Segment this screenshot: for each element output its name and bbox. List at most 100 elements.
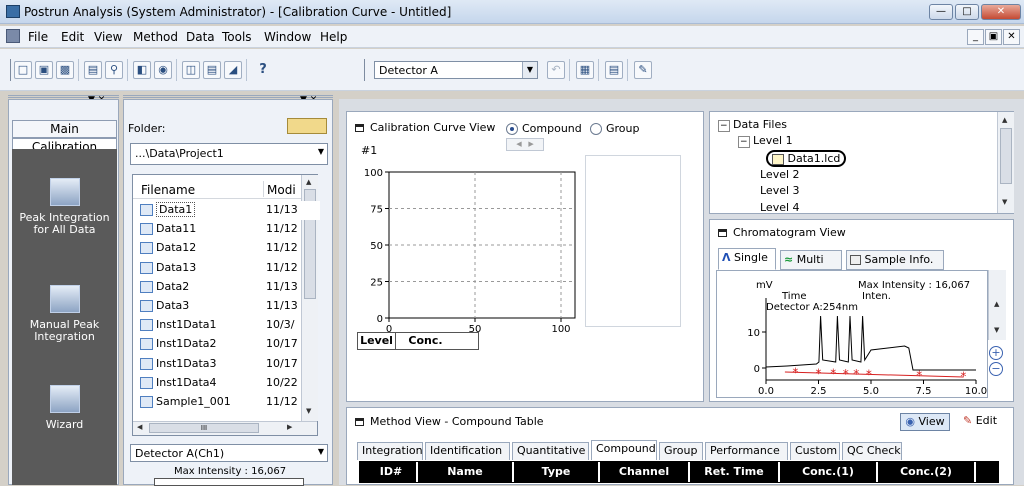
file-row[interactable]: Data11 11/12: [140, 220, 320, 239]
file-row[interactable]: Inst1Data3 10/17: [140, 355, 320, 374]
collapse-icon[interactable]: −: [718, 120, 730, 132]
view-button[interactable]: ◉ View: [900, 413, 950, 431]
folder-path-select[interactable]: ...\Data\Project1 ▼: [130, 143, 328, 165]
file-row[interactable]: Data2 11/13: [140, 278, 320, 297]
column-modified[interactable]: Modi: [267, 183, 296, 197]
zoom-in-icon[interactable]: +: [989, 346, 1003, 360]
scroll-left-icon[interactable]: ◀: [137, 423, 142, 431]
peak-integration-all-item[interactable]: Peak Integration for All Data: [12, 178, 117, 236]
close-button[interactable]: ✕: [981, 4, 1021, 20]
method-tab-quantitative[interactable]: Quantitative: [512, 442, 589, 460]
file-row[interactable]: Data3 11/13: [140, 297, 320, 316]
undo-icon[interactable]: ↶: [547, 61, 565, 79]
scroll-up-icon[interactable]: ▲: [306, 178, 311, 186]
menu-help[interactable]: Help: [320, 30, 347, 44]
zoom-out-icon[interactable]: −: [989, 362, 1003, 376]
chrom-scrollbar[interactable]: ▲ ▼: [988, 270, 1006, 340]
mdi-close-button[interactable]: ✕: [1003, 29, 1020, 45]
wizard-item[interactable]: Wizard: [12, 385, 117, 431]
file-row[interactable]: Data13 11/12: [140, 259, 320, 278]
file-row[interactable]: Data1 11/13: [140, 201, 320, 220]
new-icon[interactable]: □: [14, 61, 32, 79]
scroll-up-icon[interactable]: ▲: [994, 300, 999, 308]
method-tab-integration[interactable]: Integration: [357, 442, 423, 460]
file-row[interactable]: Inst1Data2 10/17: [140, 335, 320, 354]
detector-channel-select[interactable]: Detector A(Ch1) ▼: [130, 444, 328, 462]
print-preview-icon[interactable]: ⚲: [105, 61, 123, 79]
scroll-down-icon[interactable]: ▼: [994, 326, 999, 334]
calculator-icon[interactable]: ▦: [576, 61, 594, 79]
column-header[interactable]: Conc.(1): [780, 462, 878, 482]
output-window-icon[interactable]: ◢: [224, 61, 242, 79]
minimize-button[interactable]: —: [929, 4, 953, 20]
menu-window[interactable]: Window: [264, 30, 311, 44]
folder-buttons-icon[interactable]: [287, 118, 327, 134]
manual-peak-integration-item[interactable]: Manual Peak Integration: [12, 285, 117, 343]
tree-level-1[interactable]: − Level 1: [738, 134, 793, 148]
tree-scrollbar[interactable]: ▲ ▼: [997, 112, 1014, 213]
document-menu-icon[interactable]: [6, 29, 20, 43]
file-row[interactable]: Data12 11/12: [140, 239, 320, 258]
group-radio[interactable]: [590, 123, 602, 135]
report-icon[interactable]: ▤: [605, 61, 623, 79]
menu-view[interactable]: View: [94, 30, 122, 44]
column-header[interactable]: ID#: [366, 462, 418, 482]
scroll-up-icon[interactable]: ▲: [1002, 116, 1007, 124]
scroll-right-icon[interactable]: ▶: [287, 423, 292, 431]
menu-data[interactable]: Data: [186, 30, 215, 44]
layout-view-icon[interactable]: ◧: [133, 61, 151, 79]
method-tabs: Integration Identification Quantitative Com…: [357, 440, 1007, 462]
mdi-minimize-button[interactable]: _: [967, 29, 984, 45]
tree-root[interactable]: − Data Files: [718, 118, 787, 132]
file-row[interactable]: Inst1Data1 10/3/: [140, 316, 320, 335]
compound-radio-label[interactable]: Compound: [522, 122, 582, 135]
results-view-icon[interactable]: ▤: [203, 61, 221, 79]
file-row[interactable]: Sample1_001 11/12: [140, 393, 320, 412]
method-tab-compound[interactable]: Compound: [591, 440, 657, 460]
hscroll-thumb[interactable]: III: [149, 423, 259, 433]
compound-nav-arrows-icon[interactable]: ◀ ▶: [506, 138, 544, 151]
method-icon[interactable]: ✎: [634, 61, 652, 79]
maximize-button[interactable]: □: [955, 4, 979, 20]
file-list-hscrollbar[interactable]: ◀ III ▶: [133, 421, 317, 435]
tree-level-2[interactable]: Level 2: [760, 168, 800, 181]
menu-edit[interactable]: Edit: [61, 30, 84, 44]
file-row[interactable]: Inst1Data4 10/22: [140, 374, 320, 393]
method-tab-qc-check[interactable]: QC Check: [842, 442, 902, 460]
detector-select[interactable]: Detector A ▼: [374, 61, 538, 79]
method-tab-identification[interactable]: Identification: [425, 442, 510, 460]
column-header[interactable]: Ret. Time: [690, 462, 780, 482]
column-header[interactable]: Type: [514, 462, 600, 482]
chevron-down-icon[interactable]: ▼: [522, 62, 537, 78]
column-header[interactable]: Conc.(2): [878, 462, 976, 482]
mdi-restore-button[interactable]: ▣: [985, 29, 1002, 45]
chevron-down-icon[interactable]: ▼: [318, 147, 324, 156]
tab-main[interactable]: Main: [12, 120, 117, 138]
method-tab-custom[interactable]: Custom: [790, 442, 840, 460]
open-folder-icon[interactable]: ▣: [35, 61, 53, 79]
menu-tools[interactable]: Tools: [222, 30, 252, 44]
chevron-down-icon[interactable]: ▼: [318, 447, 324, 456]
menu-file[interactable]: File: [28, 30, 48, 44]
binoculars-icon[interactable]: ◉: [154, 61, 172, 79]
data-explorer-icon[interactable]: ◫: [182, 61, 200, 79]
column-header[interactable]: Name: [418, 462, 514, 482]
save-icon[interactable]: ▩: [56, 61, 74, 79]
collapse-icon[interactable]: −: [738, 136, 750, 148]
method-tab-performance[interactable]: Performance: [705, 442, 788, 460]
column-divider[interactable]: [263, 181, 264, 197]
method-tab-group[interactable]: Group: [659, 442, 703, 460]
help-icon[interactable]: ?: [254, 61, 272, 79]
column-filename[interactable]: Filename: [141, 183, 195, 197]
column-header[interactable]: Channel: [600, 462, 690, 482]
tree-file-data1[interactable]: Data1.lcd: [766, 150, 847, 167]
edit-button[interactable]: ✎ Edit: [954, 413, 1006, 431]
group-radio-label[interactable]: Group: [606, 122, 640, 135]
print-icon[interactable]: ▤: [84, 61, 102, 79]
compound-radio[interactable]: [506, 123, 518, 135]
menu-method[interactable]: Method: [133, 30, 178, 44]
tree-level-4[interactable]: Level 4: [760, 201, 800, 214]
scroll-down-icon[interactable]: ▼: [1002, 198, 1007, 206]
tree-level-3[interactable]: Level 3: [760, 184, 800, 197]
scroll-thumb[interactable]: [1000, 128, 1012, 184]
